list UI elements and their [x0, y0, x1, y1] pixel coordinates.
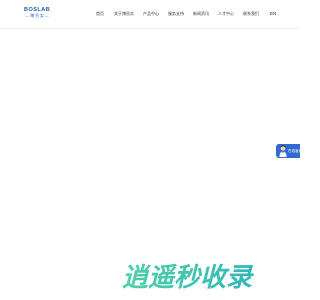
main-nav: 首页 关于博岳实 产品中心 服务支持 新闻资讯 人才中心 联系我们 EN	[0, 10, 300, 18]
online-service-button[interactable]: 在线客服	[276, 144, 303, 158]
nav-item-products[interactable]: 产品中心	[143, 10, 159, 18]
customer-service-avatar-icon	[279, 145, 287, 157]
page: BOSLAB — 博 岳 实 — 首页 关于博岳实 产品中心 服务支持 新闻资讯…	[0, 0, 303, 300]
top-header: BOSLAB — 博 岳 实 — 首页 关于博岳实 产品中心 服务支持 新闻资讯…	[0, 0, 300, 29]
language-switch-en[interactable]: EN	[270, 10, 276, 18]
nav-item-news[interactable]: 新闻资讯	[193, 10, 209, 18]
watermark-logo: 逍遥秒收录	[122, 263, 255, 292]
online-service-label: 在线客服	[288, 149, 303, 153]
watermark-text: 逍遥秒收录	[122, 263, 255, 292]
nav-item-about[interactable]: 关于博岳实	[114, 10, 134, 18]
nav-item-service[interactable]: 服务支持	[168, 10, 184, 18]
nav-item-careers[interactable]: 人才中心	[218, 10, 234, 18]
nav-item-home[interactable]: 首页	[96, 10, 104, 18]
nav-item-contact[interactable]: 联系我们	[243, 10, 259, 18]
